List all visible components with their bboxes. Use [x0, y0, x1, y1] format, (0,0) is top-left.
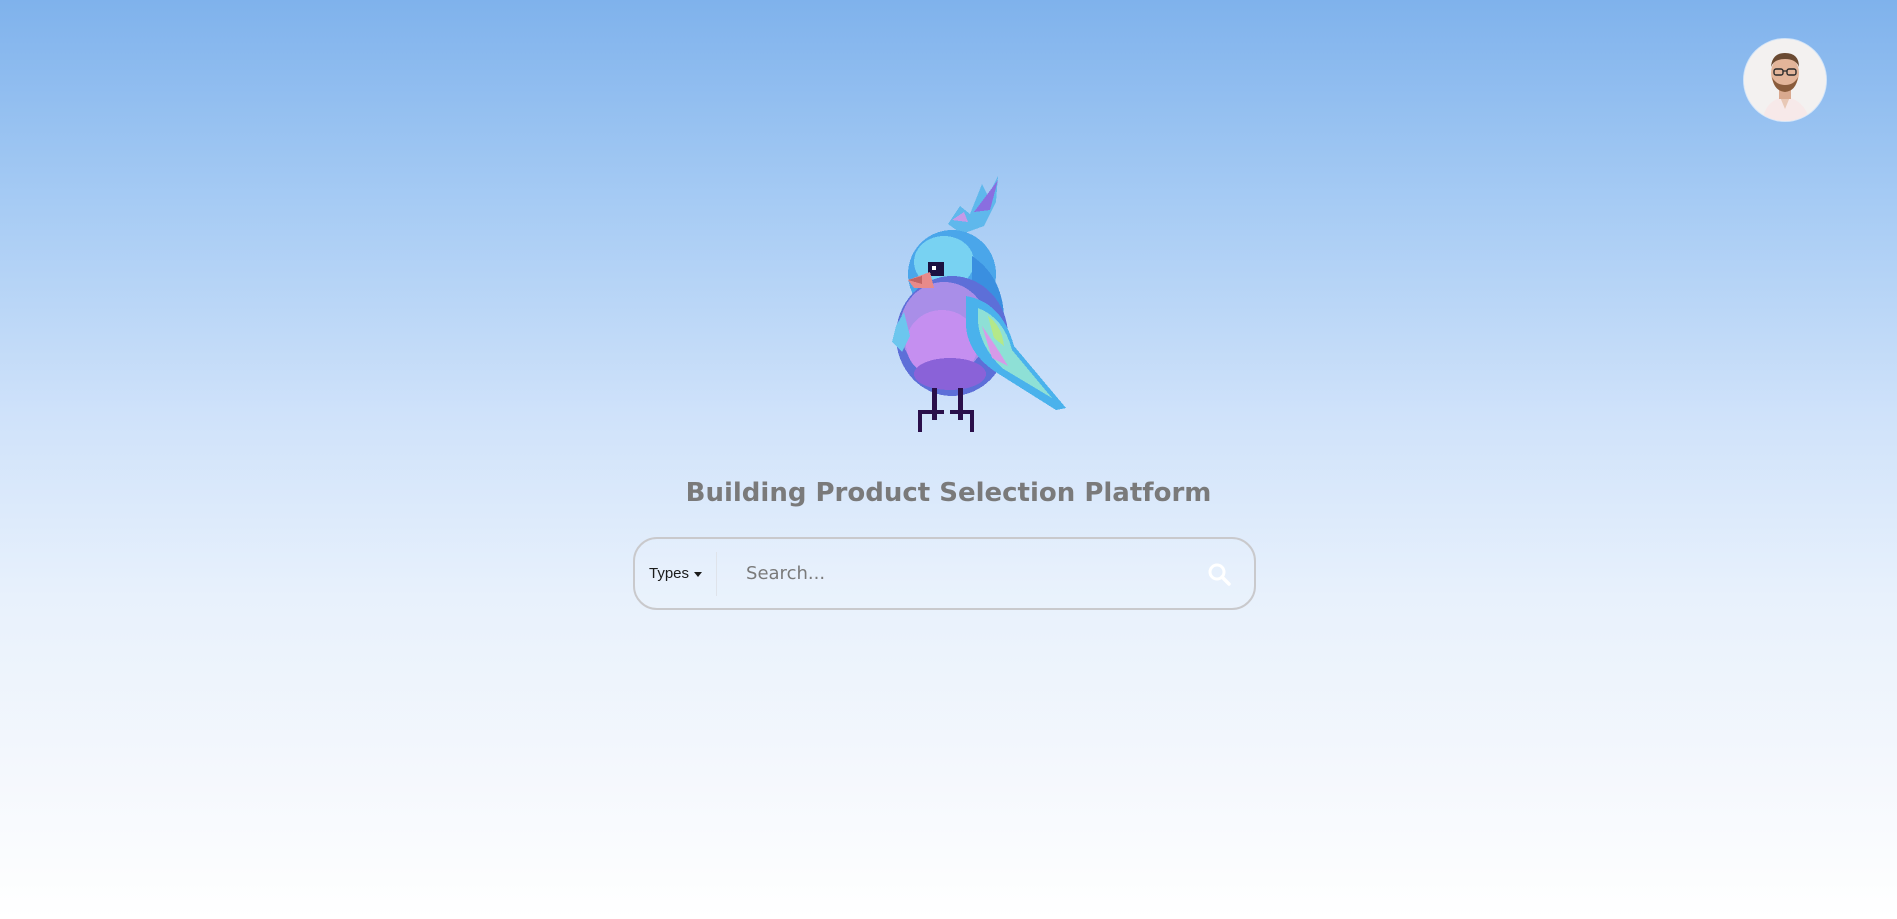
pixel-bird-logo-icon — [892, 176, 1066, 432]
search-icon[interactable] — [1206, 561, 1232, 587]
user-avatar-icon — [1744, 39, 1826, 121]
user-avatar[interactable] — [1744, 39, 1826, 121]
types-dropdown-button[interactable]: Types — [635, 551, 718, 596]
caret-down-icon — [694, 571, 703, 577]
types-dropdown-label: Types — [649, 565, 690, 582]
page-title: Building Product Selection Platform — [685, 478, 1212, 508]
search-bar: Types — [633, 537, 1256, 610]
search-input[interactable] — [744, 552, 1206, 595]
